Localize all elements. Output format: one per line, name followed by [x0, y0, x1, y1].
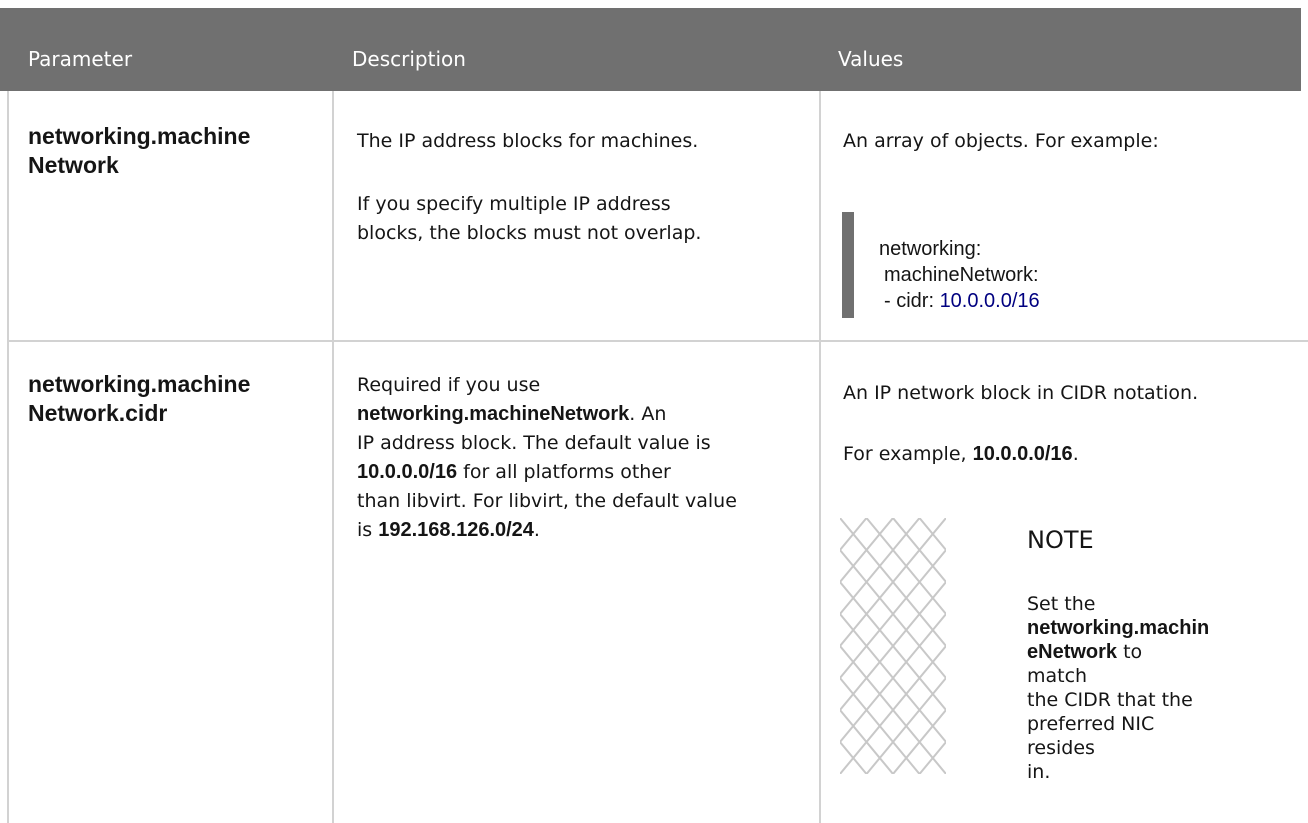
description-line: is 192.168.126.0/24. [357, 516, 737, 545]
code-line: networking: [879, 238, 982, 260]
code-line: machineNetwork: [884, 264, 1039, 286]
code-value: 10.0.0.0/16 [939, 290, 1040, 312]
bold-term: 10.0.0.0/16 [357, 461, 458, 483]
description-line: than libvirt. For libvirt, the default v… [357, 490, 737, 512]
parameter-name-line: networking.machine [28, 371, 251, 397]
values-text: For example, 10.0.0.0/16. [843, 440, 1079, 469]
parameter-name-line: networking.machine [28, 123, 251, 149]
note-line: the CIDR that the [1027, 689, 1193, 711]
description-line: 10.0.0.0/16 for all platforms other [357, 458, 737, 487]
description-text: Required if you use networking.machineNe… [357, 371, 737, 545]
row-divider [7, 340, 1308, 342]
table-header: Parameter Description Values [0, 8, 1301, 91]
parameter-name-line: Network [28, 152, 119, 178]
note-title: NOTE [1027, 526, 1094, 554]
values-text: An array of objects. For example: [843, 130, 1159, 152]
description-text: The IP address blocks for machines. [357, 130, 699, 152]
description-line: If you specify multiple IP address [357, 193, 671, 215]
text-span: is [357, 519, 379, 541]
note-line: Set the [1027, 593, 1096, 615]
parameter-name: networking.machine Network.cidr [28, 370, 250, 428]
text-span: . [1072, 443, 1079, 465]
text-span: For example, [843, 443, 973, 465]
description-line: blocks, the blocks must not overlap. [357, 222, 702, 244]
text-span: for all platforms other [457, 461, 671, 483]
column-divider-1 [332, 91, 334, 823]
description-text: If you specify multiple IP address block… [357, 190, 701, 248]
bold-term: eNetwork [1027, 641, 1118, 663]
parameter-name-line: Network.cidr [28, 400, 168, 426]
text-span: . [533, 519, 540, 541]
column-divider-left [7, 91, 9, 823]
parameter-name: networking.machine Network [28, 122, 250, 180]
note-line: in. [1027, 761, 1051, 783]
bold-term: networking.machin [1027, 617, 1210, 639]
code-key: - cidr: [884, 290, 940, 312]
column-header-parameter: Parameter [28, 47, 133, 71]
note-line: eNetwork to match [1027, 640, 1207, 688]
description-line: networking.machineNetwork. An [357, 400, 737, 429]
description-line: Required if you use [357, 374, 541, 396]
code-line: - cidr: 10.0.0.0/16 [884, 288, 1040, 314]
description-line: IP address block. The default value is [357, 432, 711, 454]
bold-term: 192.168.126.0/24 [378, 519, 534, 541]
code-block: networking: machineNetwork: - cidr: 10.0… [842, 212, 1272, 318]
code-block-bar [842, 212, 854, 318]
column-header-description: Description [352, 47, 466, 71]
column-header-values: Values [838, 47, 904, 71]
column-divider-2 [819, 91, 821, 823]
values-text: An IP network block in CIDR notation. [843, 382, 1199, 404]
bold-term: networking.machineNetwork [357, 403, 630, 425]
note-body: Set the networking.machin eNetwork to ma… [1027, 592, 1210, 784]
note-line: networking.machin [1027, 616, 1210, 640]
bold-term: 10.0.0.0/16 [972, 443, 1073, 465]
note-icon [840, 518, 946, 774]
note-line: preferred NIC resides [1027, 713, 1155, 759]
text-span: . An [629, 403, 667, 425]
